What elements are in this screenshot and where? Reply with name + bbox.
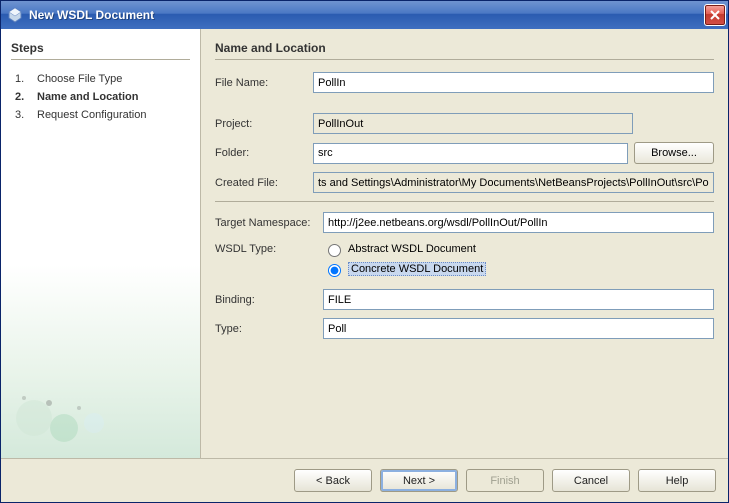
titlebar: New WSDL Document bbox=[1, 1, 728, 29]
row-project: Project: bbox=[215, 113, 714, 134]
row-wsdl-type: WSDL Type: Abstract WSDL Document Concre… bbox=[215, 241, 714, 281]
binding-select[interactable]: FILE bbox=[323, 289, 714, 310]
app-icon bbox=[7, 7, 23, 23]
row-folder: Folder: Browse... bbox=[215, 142, 714, 164]
radio-concrete[interactable] bbox=[328, 264, 341, 277]
file-name-label: File Name: bbox=[215, 77, 307, 89]
browse-button[interactable]: Browse... bbox=[634, 142, 714, 164]
project-input bbox=[313, 113, 633, 134]
close-button[interactable] bbox=[704, 4, 726, 26]
wsdl-type-label: WSDL Type: bbox=[215, 241, 317, 255]
step-label: Choose File Type bbox=[37, 73, 122, 85]
binding-label: Binding: bbox=[215, 294, 317, 306]
page-title: Name and Location bbox=[215, 41, 714, 55]
divider bbox=[215, 201, 714, 202]
step-item: 1. Choose File Type bbox=[11, 70, 190, 88]
help-button[interactable]: Help bbox=[638, 469, 716, 492]
row-file-name: File Name: bbox=[215, 72, 714, 93]
radio-abstract[interactable] bbox=[328, 244, 341, 257]
step-number: 1. bbox=[15, 73, 29, 85]
file-name-input[interactable] bbox=[313, 72, 714, 93]
steps-sidebar: Steps 1. Choose File Type 2. Name and Lo… bbox=[1, 29, 201, 458]
row-created-file: Created File: bbox=[215, 172, 714, 193]
target-namespace-input[interactable] bbox=[323, 212, 714, 233]
dialog-window: New WSDL Document Steps 1. Choose File T… bbox=[0, 0, 729, 503]
type-select[interactable]: Poll bbox=[323, 318, 714, 339]
back-button[interactable]: < Back bbox=[294, 469, 372, 492]
decorative-bubbles-icon bbox=[9, 378, 149, 448]
radio-abstract-row: Abstract WSDL Document bbox=[323, 241, 486, 257]
project-label: Project: bbox=[215, 118, 307, 130]
radio-concrete-label: Concrete WSDL Document bbox=[348, 262, 486, 276]
row-type: Type: Poll bbox=[215, 318, 714, 339]
step-item-current: 2. Name and Location bbox=[11, 88, 190, 106]
row-binding: Binding: FILE bbox=[215, 289, 714, 310]
next-button[interactable]: Next > bbox=[380, 469, 458, 492]
target-namespace-label: Target Namespace: bbox=[215, 217, 317, 229]
created-file-label: Created File: bbox=[215, 177, 307, 189]
cancel-button[interactable]: Cancel bbox=[552, 469, 630, 492]
window-title: New WSDL Document bbox=[29, 8, 704, 22]
step-item: 3. Request Configuration bbox=[11, 106, 190, 124]
main-panel: Name and Location File Name: Project: Fo… bbox=[201, 29, 728, 458]
divider bbox=[215, 59, 714, 60]
step-label: Name and Location bbox=[37, 91, 138, 103]
radio-abstract-label: Abstract WSDL Document bbox=[348, 243, 476, 255]
folder-input[interactable] bbox=[313, 143, 628, 164]
step-number: 2. bbox=[15, 91, 29, 103]
created-file-input bbox=[313, 172, 714, 193]
folder-label: Folder: bbox=[215, 147, 307, 159]
steps-heading: Steps bbox=[11, 41, 190, 55]
row-target-namespace: Target Namespace: bbox=[215, 212, 714, 233]
step-label: Request Configuration bbox=[37, 109, 146, 121]
step-number: 3. bbox=[15, 109, 29, 121]
footer-buttons: < Back Next > Finish Cancel Help bbox=[1, 458, 728, 502]
type-label: Type: bbox=[215, 323, 317, 335]
close-icon bbox=[710, 10, 720, 20]
wsdl-type-radio-group: Abstract WSDL Document Concrete WSDL Doc… bbox=[323, 241, 486, 281]
divider bbox=[11, 59, 190, 60]
steps-list: 1. Choose File Type 2. Name and Location… bbox=[11, 70, 190, 124]
radio-concrete-row: Concrete WSDL Document bbox=[323, 261, 486, 277]
content-area: Steps 1. Choose File Type 2. Name and Lo… bbox=[1, 29, 728, 458]
finish-button[interactable]: Finish bbox=[466, 469, 544, 492]
